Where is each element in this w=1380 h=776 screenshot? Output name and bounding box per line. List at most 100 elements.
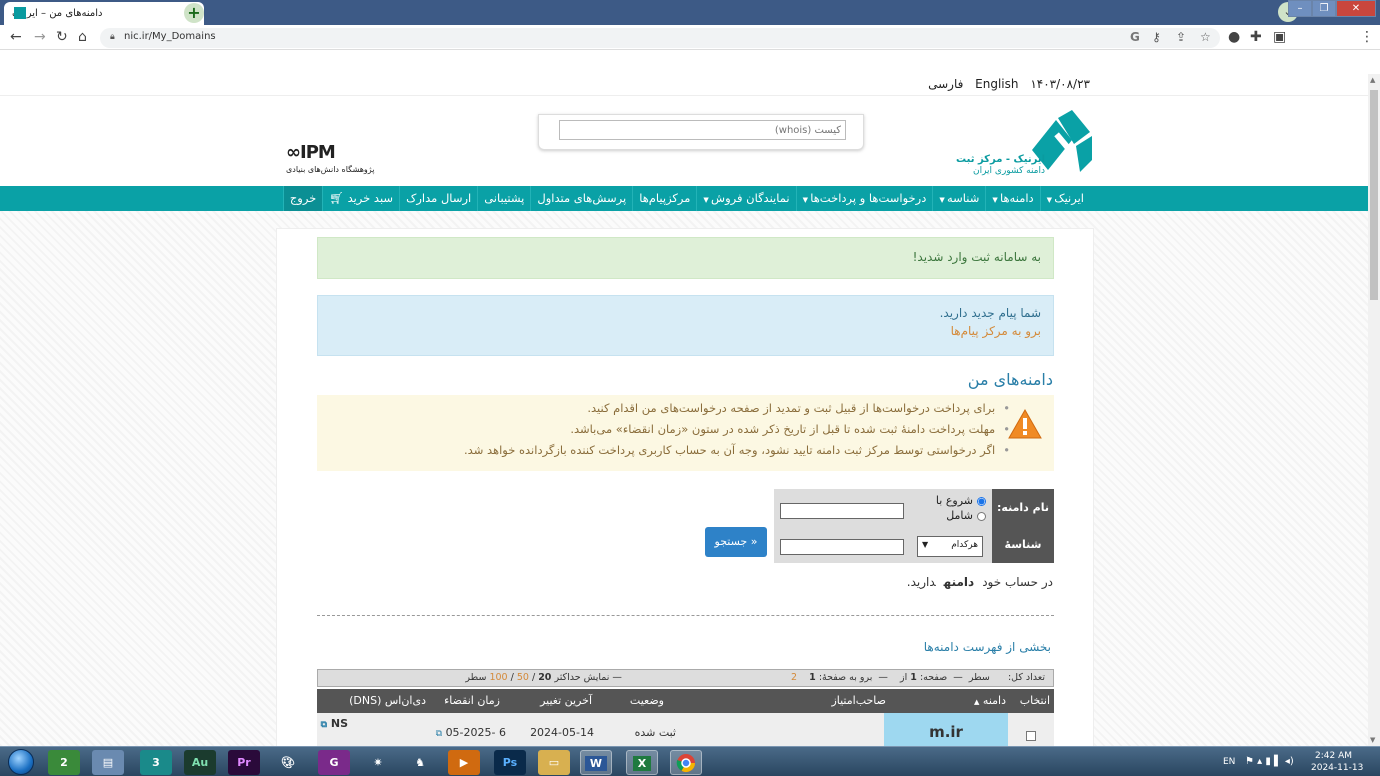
reload-icon[interactable]: ↻ — [56, 29, 68, 45]
top-strip: ۱۴۰۳/۰۸/۲۳ English فارسی — [0, 74, 1368, 96]
minimize-button[interactable]: – — [1288, 0, 1312, 17]
domain-cell[interactable]: m.ir — [884, 713, 1008, 746]
radio-contains[interactable]: شامل — [936, 508, 986, 523]
menu-kebab-icon[interactable]: ⋮ — [1360, 29, 1374, 45]
nav-item-0[interactable]: ایرنیک ▼ — [1039, 186, 1090, 211]
select-value: هرکدام — [951, 540, 978, 550]
clock-time[interactable]: 2:42 AM — [1315, 751, 1352, 761]
taskbar-explorer-icon[interactable]: ▭ — [538, 750, 570, 775]
taskbar-chess-icon[interactable]: ♞ — [404, 750, 436, 775]
handle-role-select[interactable]: هرکدام ▼ — [917, 536, 983, 557]
external-link-icon[interactable]: ⧉ — [436, 729, 442, 739]
expiry-cell: 6 -05-2025 ⧉ — [435, 726, 506, 739]
taskbar-corel-icon[interactable]: ✷ — [362, 750, 394, 775]
taskbar-premiere[interactable]: Pr — [228, 750, 260, 775]
search-button[interactable]: جستجو » — [705, 527, 767, 557]
scroll-thumb[interactable] — [1370, 90, 1378, 300]
nav-item-3[interactable]: درخواست‌ها و پرداخت‌ها ▼ — [795, 186, 933, 211]
taskbar-media-icon[interactable]: ▶ — [448, 750, 480, 775]
page-title: دامنه‌های من — [967, 370, 1053, 389]
restore-button[interactable]: ❐ — [1312, 0, 1336, 17]
domain-search-form: نام دامنه: شناسهٔ رابط: شروع با شامل هرک… — [774, 489, 1054, 588]
col-status: وضعیت — [629, 694, 664, 707]
warning-item: برای پرداخت درخواست‌ها از قبیل ثبت و تمد… — [325, 401, 1010, 415]
ipm-logo-text: IPM — [300, 142, 336, 163]
scroll-down-icon[interactable]: ▼ — [1370, 736, 1375, 744]
forward-icon[interactable]: → — [34, 29, 46, 45]
browser-tab[interactable]: دامنه‌های من – ایرنیک × — [4, 2, 204, 25]
taskbar-app-g[interactable]: G — [318, 750, 350, 775]
ipm-logo[interactable]: ∞IPM پژوهشگاه دانش‌های بنیادی — [286, 142, 374, 174]
taskbar-audition[interactable]: Au — [184, 750, 216, 775]
taskbar-notepad-icon[interactable]: ▤ — [92, 750, 124, 775]
taskbar-app-3[interactable]: 3 — [140, 750, 172, 775]
nav-item-6[interactable]: پرسش‌های متداول — [530, 186, 632, 211]
nav-items: ایرنیک ▼ دامنه‌ها ▼ شناسه ▼ درخواست‌ها و پر… — [282, 186, 1090, 211]
max-100[interactable]: 100 — [489, 672, 507, 683]
domain-name-input[interactable] — [780, 503, 904, 519]
puzzle-icon[interactable]: ✚ — [1250, 29, 1262, 45]
nav-item-4[interactable]: نمایندگان فروش ▼ — [696, 186, 795, 211]
home-icon[interactable]: ⌂ — [78, 29, 87, 45]
nav-item-5[interactable]: مرکزپیام‌ها — [632, 186, 696, 211]
web-page: ۱۴۰۳/۰۸/۲۳ English فارسی ایرنیک - مرکز ث… — [0, 50, 1368, 746]
page-2-link[interactable]: 2 — [791, 672, 797, 683]
warning-icon — [1008, 409, 1042, 439]
share-icon[interactable]: ⇪ — [1176, 30, 1186, 44]
site-header: ایرنیک - مرکز ثبت دامنه کشوری ایران ∞IPM… — [0, 96, 1368, 186]
address-bar: ← → ↻ ⌂ 🔒︎ nic.ir/My_Domains G ⚷ ⇪ ☆ ● ✚… — [0, 25, 1380, 50]
radio-starts-with[interactable]: شروع با — [936, 493, 986, 508]
url-box[interactable]: 🔒︎ nic.ir/My_Domains G ⚷ ⇪ ☆ — [100, 28, 1220, 48]
key-icon[interactable]: ⚷ — [1152, 30, 1161, 44]
col-select: انتخاب — [1019, 694, 1050, 707]
back-icon[interactable]: ← — [10, 29, 22, 45]
taskbar-excel[interactable]: X — [626, 750, 658, 775]
start-button[interactable] — [2, 747, 38, 776]
radio-on-icon[interactable] — [977, 496, 986, 506]
sidepanel-icon[interactable]: ▣ — [1273, 29, 1286, 45]
extension-icon[interactable]: ● — [1228, 29, 1240, 45]
taskbar-word[interactable]: W — [580, 750, 612, 775]
nav-item-9[interactable]: سبد خرید 🛒︎ — [322, 186, 399, 211]
tray-icons[interactable]: ⚑ ▴ ▮ ▌ ◂) — [1245, 756, 1294, 767]
nav-item-7[interactable]: پشتیبانی — [477, 186, 530, 211]
close-window-button[interactable]: ✕ — [1336, 0, 1376, 17]
col-domain[interactable]: دامنه ▲ — [974, 694, 1006, 707]
lock-icon[interactable]: 🔒︎ — [110, 32, 115, 42]
scroll-up-icon[interactable]: ▲ — [1370, 76, 1375, 84]
lang-farsi-link[interactable]: فارسی — [928, 77, 963, 91]
divider — [317, 615, 1054, 616]
handle-input[interactable] — [780, 539, 904, 555]
url-text[interactable]: nic.ir/My_Domains — [124, 31, 216, 42]
page-scrollbar[interactable]: ▲ ▼ — [1368, 74, 1380, 746]
last-change-cell: 2024-05-14 — [530, 726, 594, 739]
warning-item: اگر درخواستی توسط مرکز ثبت دامنه تایید ن… — [325, 443, 1010, 457]
nav-item-2[interactable]: شناسه ▼ — [932, 186, 985, 211]
taskbar-app-2[interactable]: 2 — [48, 750, 80, 775]
caret-down-icon: ▼ — [703, 196, 712, 204]
row-select-checkbox[interactable] — [1026, 731, 1036, 741]
sort-icon: ▲ — [974, 698, 980, 706]
lang-english-link[interactable]: English — [975, 77, 1018, 91]
irnic-logo[interactable]: ایرنیک - مرکز ثبت دامنه کشوری ایران — [950, 110, 1095, 180]
taskbar-chrome-icon[interactable] — [670, 750, 702, 775]
nav-item-10[interactable]: خروج — [282, 186, 323, 211]
max-50[interactable]: 50 — [517, 672, 529, 683]
new-tab-button[interactable]: + — [184, 3, 204, 23]
nav-item-8[interactable]: ارسال مدارک — [399, 186, 477, 211]
match-mode-radios: شروع با شامل — [936, 493, 986, 523]
nav-item-1[interactable]: دامنه‌ها ▼ — [985, 186, 1039, 211]
input-lang[interactable]: EN — [1223, 757, 1235, 767]
radio-off-icon[interactable] — [977, 511, 986, 521]
taskbar-paint-icon[interactable]: 🎨︎ — [272, 750, 304, 775]
handle-label: شناسهٔ رابط: — [992, 526, 1054, 588]
go-to-messages-link[interactable]: برو به مرکز پیام‌ها — [330, 324, 1041, 338]
bookmark-star-icon[interactable]: ☆ — [1200, 30, 1211, 44]
google-icon[interactable]: G — [1130, 30, 1140, 44]
clock-date[interactable]: 2024-11-13 — [1311, 763, 1363, 773]
taskbar-photoshop[interactable]: Ps — [494, 750, 526, 775]
page-1-link[interactable]: 1 — [809, 672, 816, 683]
whois-input[interactable] — [559, 120, 846, 140]
external-link-icon[interactable]: ⧉ — [321, 720, 327, 730]
max-20[interactable]: 20 — [538, 672, 551, 683]
